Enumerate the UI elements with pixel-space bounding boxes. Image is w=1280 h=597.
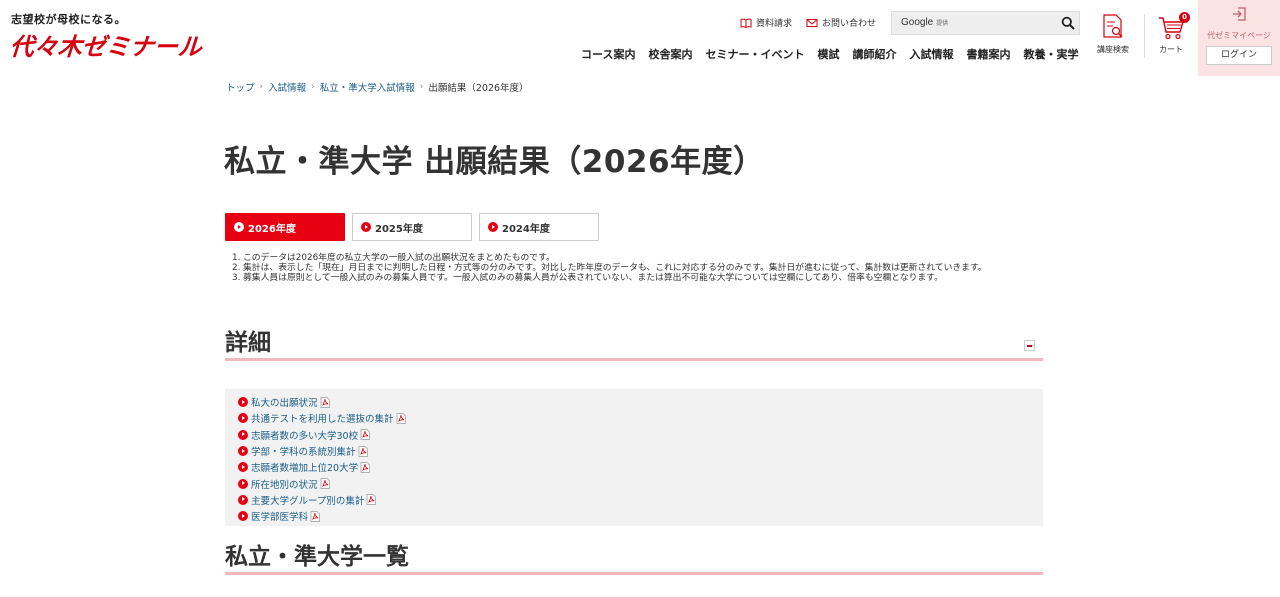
list-item[interactable]: 所在地別の状況 [238,475,406,491]
login-arrow-icon[interactable] [1231,6,1247,22]
arrow-right-icon [238,413,248,424]
login-button[interactable]: ログイン [1206,46,1272,65]
global-nav: コース案内 校舎案内 セミナー・イベント 模試 講師紹介 入試情報 書籍案内 教… [581,46,1078,62]
arrow-right-icon [234,222,244,232]
pdf-icon [358,445,368,457]
site-header: 志望校が母校になる。 代々木ゼミナール 資料請求 お問い合わせ Google 提供… [0,0,1280,76]
arrow-right-icon [238,462,248,473]
list-item[interactable]: 学部・学科の系統別集計 [238,443,406,459]
utility-links: 資料請求 お問い合わせ [740,16,876,29]
university-list-heading: 私立・準大学一覧 [225,544,409,570]
tab-label: 2025年度 [375,223,423,235]
request-materials-label: 資料請求 [756,19,793,29]
nav-mock-exams[interactable]: 模試 [817,46,839,62]
list-item[interactable]: 主要大学グループ別の集計 [238,492,406,508]
breadcrumb-chevron-icon: › [259,82,264,92]
search-input[interactable] [892,12,1052,34]
list-item[interactable]: 共通テストを利用した選抜の集計 [238,410,406,426]
book-icon [740,18,752,28]
arrow-right-icon [238,429,248,440]
nav-liberal-arts[interactable]: 教養・実学 [1023,46,1078,62]
tab-2024[interactable]: 2024年度 [479,213,599,241]
arrow-right-icon [361,222,371,232]
logo-tagline: 志望校が母校になる。 [11,13,126,26]
breadcrumb-exam-info[interactable]: 入試情報 [268,80,306,94]
arrow-right-icon [238,494,248,505]
tab-label: 2024年度 [502,223,550,235]
list-item[interactable]: 私大の出願状況 [238,394,406,410]
course-search-button[interactable]: 講座検索 [1097,13,1129,55]
arrow-right-icon [238,397,248,408]
breadcrumb-private-univ[interactable]: 私立・準大学入試情報 [320,80,415,94]
nav-teachers[interactable]: 講師紹介 [852,46,896,62]
mypage-panel: 代ゼミマイページ ログイン [1198,0,1280,76]
request-materials-link[interactable]: 資料請求 [740,16,792,29]
cart-button[interactable]: 0 カート [1157,12,1190,55]
university-list-section-heading: 私立・準大学一覧 [225,537,1043,575]
breadcrumb-chevron-icon: › [419,82,424,92]
year-tabs: 2026年度 2025年度 2024年度 [225,213,599,241]
breadcrumb-chevron-icon: › [311,82,315,92]
note-item: 3. 募集人員は原則として一般入試のみの募集人員です。一般入試のみの募集人員が公表… [232,273,943,283]
cart-label: カート [1159,45,1183,54]
pdf-icon [320,396,330,408]
breadcrumb-current: 出願結果（2026年度） [428,83,529,94]
detail-heading: 詳細 [225,330,271,356]
arrow-right-icon [488,222,498,232]
header-divider [1144,14,1145,58]
arrow-right-icon [238,478,248,489]
mypage-label[interactable]: 代ゼミマイページ [1198,30,1280,41]
pdf-icon [310,510,320,522]
arrow-right-icon [238,511,248,522]
nav-exam-info[interactable]: 入試情報 [909,46,953,62]
nav-seminars[interactable]: セミナー・イベント [705,46,804,62]
contact-label: お問い合わせ [822,19,877,29]
list-item[interactable]: 医学部医学科 [238,508,406,524]
note-item: 2. 集計は、表示した「現在」月日までに判明した日程・方式等の分のみです。対比した… [232,263,987,273]
tab-label: 2026年度 [248,223,296,235]
pdf-icon [367,494,377,506]
nav-courses[interactable]: コース案内 [581,46,635,62]
breadcrumb-top[interactable]: トップ [226,80,255,94]
breadcrumb: トップ › 入試情報 › 私立・準大学入試情報 › 出願結果（2026年度） [226,80,529,94]
document-search-icon [1103,14,1123,38]
site-logo[interactable]: 代々木ゼミナール [9,27,203,62]
site-search: Google 提供 [891,11,1080,35]
detail-section-heading: 詳細 [225,323,1043,361]
pdf-icon [360,429,370,441]
page-title: 私立・準大学 出願結果（2026年度） [224,144,765,180]
pdf-icon [360,461,370,473]
note-item: 1. このデータは2026年度の私立大学の一般入試の出願状況をまとめたものです。 [232,253,555,263]
pdf-icon [320,478,330,489]
tab-2026[interactable]: 2026年度 [225,213,345,241]
detail-links-box: 私大の出願状況 共通テストを利用した選抜の集計 志願者数の多い大学30校 学部・… [225,389,1043,526]
cart-count-badge: 0 [1179,12,1190,23]
detail-links: 私大の出願状況 共通テストを利用した選抜の集計 志願者数の多い大学30校 学部・… [238,394,406,524]
mail-icon [806,18,818,27]
contact-link[interactable]: お問い合わせ [806,16,876,29]
notes-list: 1. このデータは2026年度の私立大学の一般入試の出願状況をまとめたものです。 … [232,253,1042,283]
nav-books[interactable]: 書籍案内 [966,46,1010,62]
tab-2025[interactable]: 2025年度 [352,213,472,241]
collapse-toggle-icon[interactable] [1024,340,1035,351]
arrow-right-icon [238,446,248,457]
list-item[interactable]: 志願者数増加上位20大学 [238,459,406,475]
course-search-label: 講座検索 [1097,45,1129,54]
list-item[interactable]: 志願者数の多い大学30校 [238,427,406,443]
nav-campuses[interactable]: 校舎案内 [648,46,692,62]
pdf-icon [396,413,406,424]
search-icon[interactable] [1061,16,1075,30]
